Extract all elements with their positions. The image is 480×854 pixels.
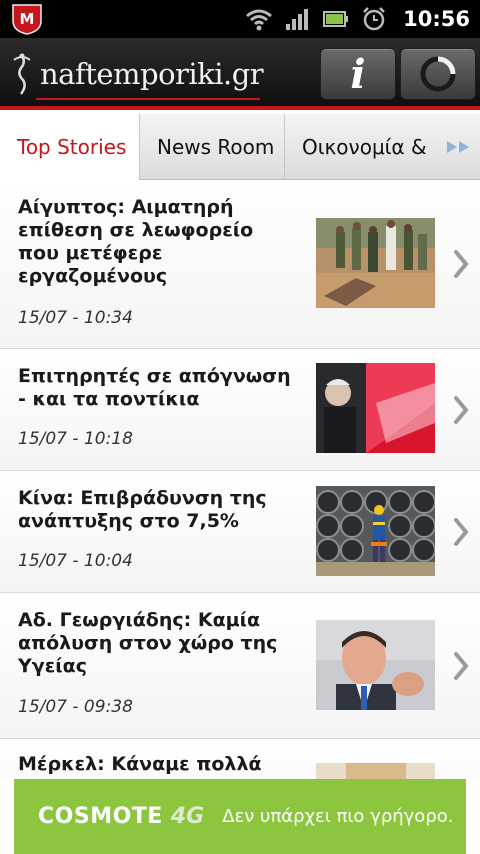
article-date: 15/07 - 09:38: [18, 697, 133, 717]
chevron-right-icon: [454, 518, 469, 546]
alarm-icon: [363, 7, 386, 31]
wifi-icon: [246, 9, 273, 31]
status-bar: M 10:56: [0, 0, 480, 38]
article-item[interactable]: Αδ. Γεωργιάδης: Καμία απόλυση στον χώρο …: [0, 593, 480, 739]
category-tabs: Top Stories News Room Οικονομία &: [0, 114, 480, 180]
mcafee-icon: M: [12, 4, 42, 35]
logo-underline: [36, 98, 260, 100]
article-title: Επιτηρητές σε απόγνωση - και τα ποντίκια: [18, 365, 291, 410]
ad-brand: COSMOTE: [38, 804, 163, 829]
chevron-right-icon: [454, 250, 469, 278]
ad-banner[interactable]: COSMOTE 4G Δεν υπάρχει πιο γρήγορο.: [14, 779, 466, 854]
article-title: Αίγυπτος: Αιματηρή επίθεση σε λεωφορείο …: [18, 196, 254, 287]
article-title: Μέρκελ: Κάναμε πολλά: [18, 753, 262, 775]
info-icon: i: [350, 50, 366, 98]
logo-text: naftemporiki.gr: [40, 57, 264, 91]
app-logo[interactable]: naftemporiki.gr: [8, 50, 264, 98]
article-list: Αίγυπτος: Αιματηρή επίθεση σε λεωφορείο …: [0, 180, 480, 854]
svg-text:M: M: [20, 10, 35, 28]
tab-news-room[interactable]: News Room: [140, 114, 285, 180]
tabs-scroll-right-button[interactable]: [438, 114, 480, 179]
chevron-right-icon: [454, 396, 469, 424]
tab-economy[interactable]: Οικονομία &: [285, 114, 438, 180]
article-thumbnail: [316, 363, 435, 453]
app-header: naftemporiki.gr i: [0, 38, 480, 110]
article-thumbnail: [316, 620, 435, 710]
clock-time: 10:56: [403, 7, 470, 31]
article-title: Κίνα: Επιβράδυνση της ανάπτυξης στο 7,5%: [18, 487, 267, 532]
double-chevron-right-icon: [447, 140, 469, 153]
article-thumbnail: [316, 486, 435, 576]
battery-icon: [323, 11, 349, 27]
ad-slogan: Δεν υπάρχει πιο γρήγορο.: [222, 806, 454, 827]
article-item[interactable]: Κίνα: Επιβράδυνση της ανάπτυξης στο 7,5%…: [0, 471, 480, 593]
article-date: 15/07 - 10:18: [18, 429, 133, 449]
article-thumbnail: [316, 218, 435, 308]
tab-top-stories[interactable]: Top Stories: [0, 114, 140, 180]
ad-4g-badge: 4G: [170, 804, 205, 829]
article-item[interactable]: Επιτηρητές σε απόγνωση - και τα ποντίκια…: [0, 349, 480, 471]
article-item[interactable]: Αίγυπτος: Αιματηρή επίθεση σε λεωφορείο …: [0, 180, 480, 349]
refresh-button[interactable]: [400, 48, 476, 100]
chevron-right-icon: [454, 652, 469, 680]
ad-margin-right: [466, 779, 480, 854]
ad-margin-left: [0, 779, 14, 854]
info-button[interactable]: i: [320, 48, 396, 100]
refresh-spinner-icon: [420, 56, 456, 92]
article-date: 15/07 - 10:04: [18, 551, 133, 571]
article-title: Αδ. Γεωργιάδης: Καμία απόλυση στον χώρο …: [18, 609, 278, 677]
article-date: 15/07 - 10:34: [18, 308, 133, 328]
hermes-logo-icon: [13, 53, 31, 95]
signal-icon: [286, 9, 309, 30]
